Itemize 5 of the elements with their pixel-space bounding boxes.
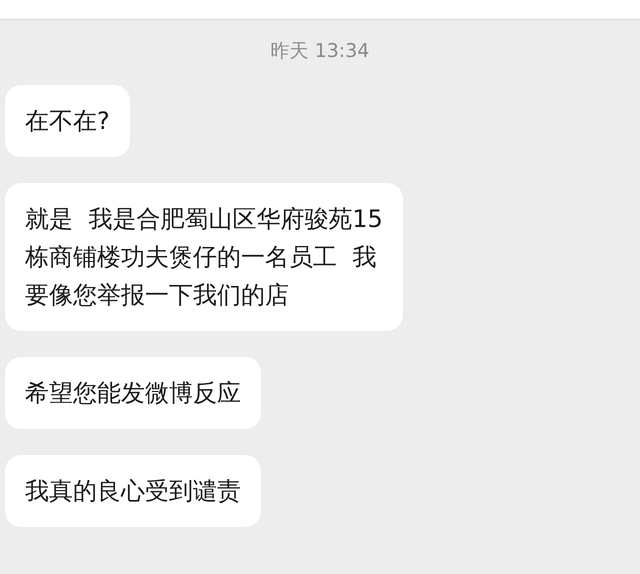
message-text: 在不在? bbox=[25, 106, 110, 137]
timestamp: 昨天 13:34 bbox=[270, 39, 370, 63]
message-text: 我真的良心受到谴责 bbox=[25, 476, 241, 507]
message-text: 就是 我是合肥蜀山区华府骏苑15 栋商铺楼功夫煲仔的一名员工 我 要像您举报一下我们的店 bbox=[25, 204, 383, 311]
message-text: 希望您能发微博反应 bbox=[25, 378, 241, 409]
